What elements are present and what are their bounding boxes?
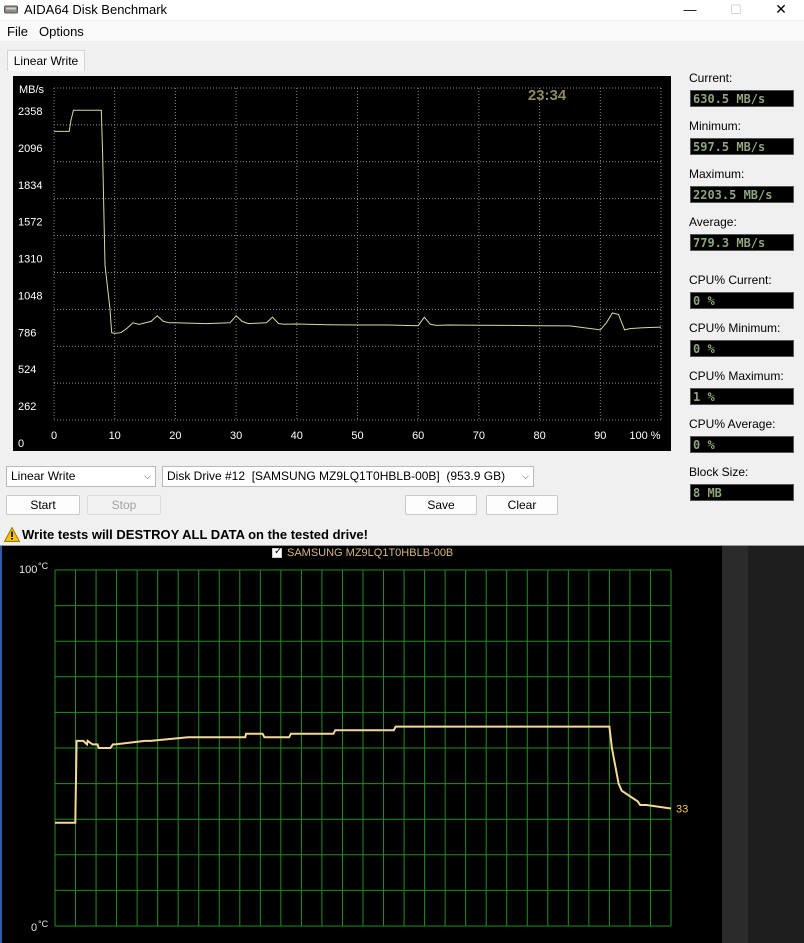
close-button[interactable]: ✕: [758, 0, 804, 20]
y-tick-label: 2096: [18, 143, 42, 155]
drive-value: Disk Drive #12 [SAMSUNG MZ9LQ1T0HBLB-00B…: [167, 469, 506, 483]
chevron-down-icon: ⌵: [144, 471, 151, 481]
x-tick-label: 20: [169, 430, 181, 442]
temperature-max-label: 100: [19, 564, 37, 576]
benchmark-chart: MB/s 2358 2096 1834 1572 1310 1048 786 524 262 0 0 1…: [13, 76, 671, 451]
x-tick-label: 90: [594, 430, 606, 442]
checkmark-icon: ✓: [274, 546, 283, 557]
minimum-value: 597.5 MB/s: [690, 138, 794, 155]
x-tick-label: 70: [473, 430, 485, 442]
x-tick-label: 10: [109, 430, 121, 442]
y-tick-label: 1834: [18, 180, 42, 192]
temperature-chart-svg: 100 °C0 °C33: [19, 561, 688, 934]
drive-select[interactable]: Disk Drive #12 [SAMSUNG MZ9LQ1T0HBLB-00B…: [162, 466, 534, 487]
menu-bar: File Options: [0, 21, 804, 41]
y-tick-label: 0: [18, 438, 24, 450]
clear-button[interactable]: Clear: [486, 495, 558, 515]
warning-text: Write tests will DESTROY ALL DATA on the…: [22, 527, 368, 542]
x-tick-label: 80: [533, 430, 545, 442]
temperature-current-value: 33: [676, 804, 688, 816]
chevron-down-icon: ⌵: [522, 471, 529, 481]
y-tick-label: 1572: [18, 217, 42, 229]
disk-icon: [4, 5, 18, 14]
y-tick-label: 262: [18, 401, 36, 413]
window-edge: [0, 546, 2, 943]
x-tick-label: 100 %: [629, 430, 660, 442]
minimum-label: Minimum:: [689, 119, 742, 133]
scrollbar-track[interactable]: [722, 546, 748, 943]
y-tick-label: 1048: [18, 290, 42, 302]
test-type-value: Linear Write: [11, 469, 76, 483]
warning-icon: [4, 527, 20, 542]
current-label: Current:: [689, 71, 733, 85]
x-tick-label: 60: [412, 430, 424, 442]
cpu-current-label: CPU% Current:: [689, 273, 772, 287]
y-tick-label: 524: [18, 364, 36, 376]
x-tick-label: 30: [230, 430, 242, 442]
average-value: 779.3 MB/s: [690, 234, 794, 251]
disk-benchmark-window: AIDA64 Disk Benchmark — ☐ ✕ File Options…: [0, 0, 804, 546]
background-area: [748, 546, 804, 943]
y-axis-unit-label: MB/s: [19, 84, 45, 96]
average-label: Average:: [689, 215, 737, 229]
save-button[interactable]: Save: [405, 495, 477, 515]
cpu-average-label: CPU% Average:: [689, 417, 776, 431]
temperature-min-label: 0: [31, 922, 37, 934]
maximum-label: Maximum:: [689, 167, 745, 181]
window-title: AIDA64 Disk Benchmark: [24, 2, 168, 17]
y-tick-label: 2358: [18, 106, 42, 118]
cpu-maximum-label: CPU% Maximum:: [689, 369, 784, 383]
x-tick-label: 40: [291, 430, 303, 442]
cpu-current-value: 0 %: [690, 292, 794, 309]
stop-button: Stop: [87, 495, 161, 515]
cpu-maximum-value: 1 %: [690, 388, 794, 405]
minimize-button[interactable]: —: [667, 0, 713, 20]
x-tick-label: 0: [51, 430, 57, 442]
write-speed-series-line: [54, 109, 662, 334]
maximum-value: 2203.5 MB/s: [690, 186, 794, 203]
temperature-unit-top: °C: [38, 561, 49, 571]
menu-options[interactable]: Options: [39, 24, 84, 39]
current-value: 630.5 MB/s: [690, 90, 794, 107]
maximize-button: ☐: [730, 2, 742, 17]
cpu-minimum-value: 0 %: [690, 340, 794, 357]
x-tick-label: 50: [351, 430, 363, 442]
cpu-minimum-label: CPU% Minimum:: [689, 321, 781, 335]
benchmark-chart-svg: MB/s 2358 2096 1834 1572 1310 1048 786 524 262 0 0 1…: [18, 84, 662, 450]
drive-visibility-checkbox[interactable]: ✓: [272, 546, 283, 558]
start-button[interactable]: Start: [6, 495, 80, 515]
cpu-average-value: 0 %: [690, 436, 794, 453]
temperature-unit-bottom: °C: [38, 919, 49, 929]
block-size-value: 8 MB: [690, 484, 794, 501]
block-size-label: Block Size:: [689, 465, 749, 479]
y-tick-label: 786: [18, 327, 36, 339]
y-tick-label: 1310: [18, 254, 42, 266]
tab-linear-write[interactable]: Linear Write: [7, 50, 85, 71]
menu-file[interactable]: File: [7, 24, 28, 39]
elapsed-timer: 23:34: [528, 87, 567, 104]
test-type-select[interactable]: Linear Write ⌵: [6, 466, 156, 487]
temperature-graph-panel: 100 °C 0 °C 33 ✓ SAMSUNG MZ9LQ1T0HBLB-00B: [0, 546, 722, 943]
temperature-series-name: SAMSUNG MZ9LQ1T0HBLB-00B: [287, 547, 454, 559]
title-bar[interactable]: AIDA64 Disk Benchmark — ☐ ✕: [0, 0, 804, 20]
